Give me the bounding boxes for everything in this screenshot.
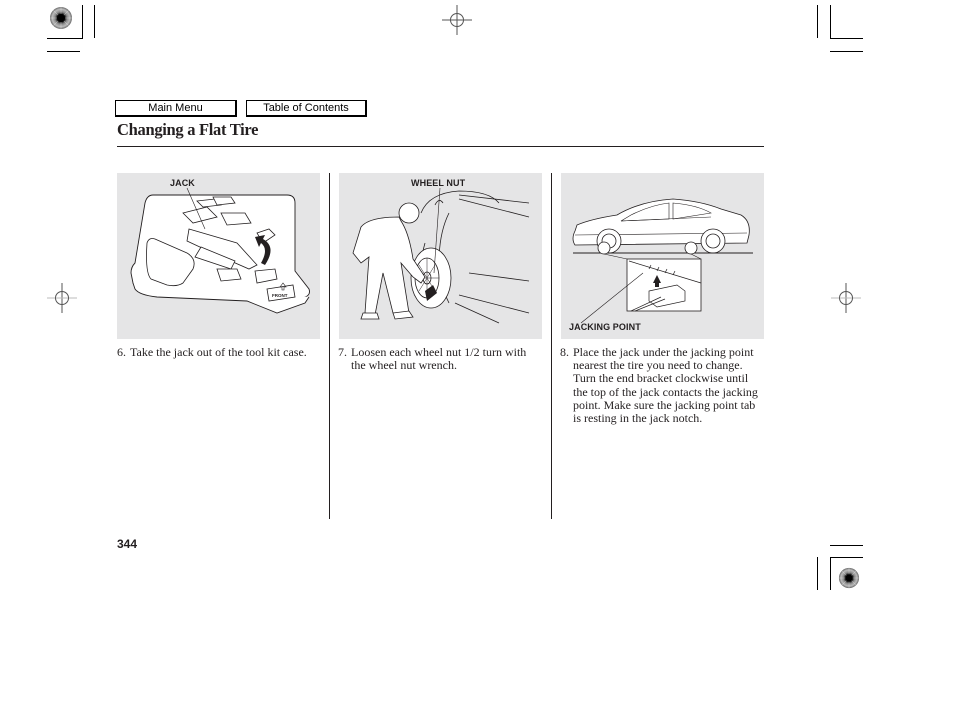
step-number: 7. — [338, 345, 347, 359]
jack-tool-case-illustration: FRONT — [130, 187, 310, 314]
jacking-point-illustration — [572, 198, 753, 324]
step-text: Take the jack out of the tool kit case. — [130, 345, 307, 359]
registration-target-icon — [831, 283, 861, 313]
color-target-icon — [49, 6, 73, 30]
step-text: Place the jack under the jacking point n… — [573, 345, 758, 426]
step-7: 7. Loosen each wheel nut 1/2 turn with t… — [338, 345, 543, 373]
figure-wheel-nut: WHEEL NUT — [339, 173, 542, 339]
table-of-contents-button[interactable]: Table of Contents — [246, 100, 367, 117]
wheel-nut-callout: WHEEL NUT — [411, 178, 466, 188]
front-label: FRONT — [272, 293, 288, 298]
registration-target-icon — [47, 283, 77, 313]
step-number: 6. — [117, 345, 126, 359]
jacking-point-callout: JACKING POINT — [569, 322, 641, 332]
jack-callout: JACK — [170, 178, 195, 188]
page-number: 344 — [117, 537, 138, 551]
figure-jacking-point: JACKING POINT — [561, 173, 764, 339]
registration-target-icon — [442, 5, 472, 35]
main-menu-button[interactable]: Main Menu — [115, 100, 237, 117]
column-divider — [551, 173, 552, 519]
figure-jack-tool-case: FRONT JACK — [117, 173, 320, 339]
step-number: 8. — [560, 345, 569, 359]
step-8: 8. Place the jack under the jacking poin… — [560, 345, 765, 426]
wheel-nut-illustration — [352, 187, 530, 324]
title-divider — [117, 146, 764, 147]
column-divider — [329, 173, 330, 519]
color-target-icon — [838, 567, 860, 589]
page-title: Changing a Flat Tire — [117, 120, 259, 139]
step-6: 6. Take the jack out of the tool kit cas… — [117, 345, 317, 359]
step-text: Loosen each wheel nut 1/2 turn with the … — [351, 345, 527, 373]
